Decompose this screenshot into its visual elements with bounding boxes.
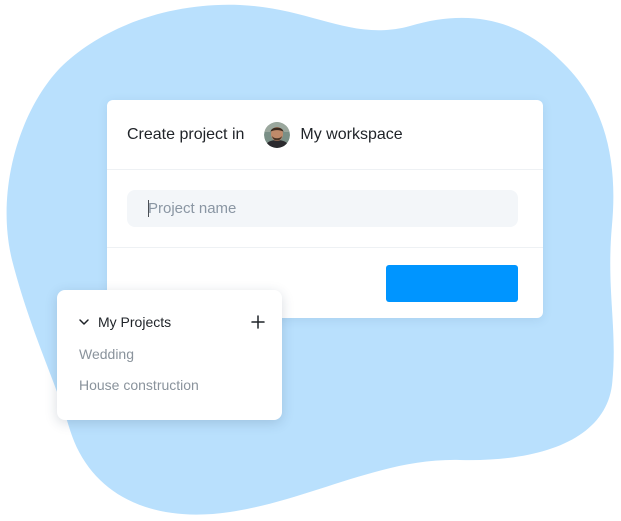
create-project-button[interactable] xyxy=(386,265,518,302)
project-item-wedding[interactable]: Wedding xyxy=(79,346,134,362)
create-project-dialog: Create project in My workspace xyxy=(107,100,543,318)
projects-title[interactable]: My Projects xyxy=(98,314,171,330)
illustration-stage: Create project in My workspace Project n… xyxy=(0,0,621,521)
project-name-field-wrapper xyxy=(127,190,518,227)
plus-icon xyxy=(251,315,265,329)
projects-header: My Projects xyxy=(77,312,267,332)
create-project-label: Create project in xyxy=(127,125,245,143)
dialog-body xyxy=(107,170,543,248)
dialog-header: Create project in My workspace xyxy=(107,100,543,170)
avatar xyxy=(264,121,291,148)
project-item-house-construction[interactable]: House construction xyxy=(79,377,199,393)
chevron-down-icon[interactable] xyxy=(77,315,91,329)
workspace-selector[interactable]: My workspace xyxy=(264,121,403,148)
text-cursor xyxy=(148,200,149,217)
workspace-name: My workspace xyxy=(300,125,403,143)
project-name-input[interactable] xyxy=(127,190,518,227)
projects-dropdown: My Projects Wedding House construction xyxy=(57,290,282,420)
add-project-button[interactable] xyxy=(249,313,267,331)
